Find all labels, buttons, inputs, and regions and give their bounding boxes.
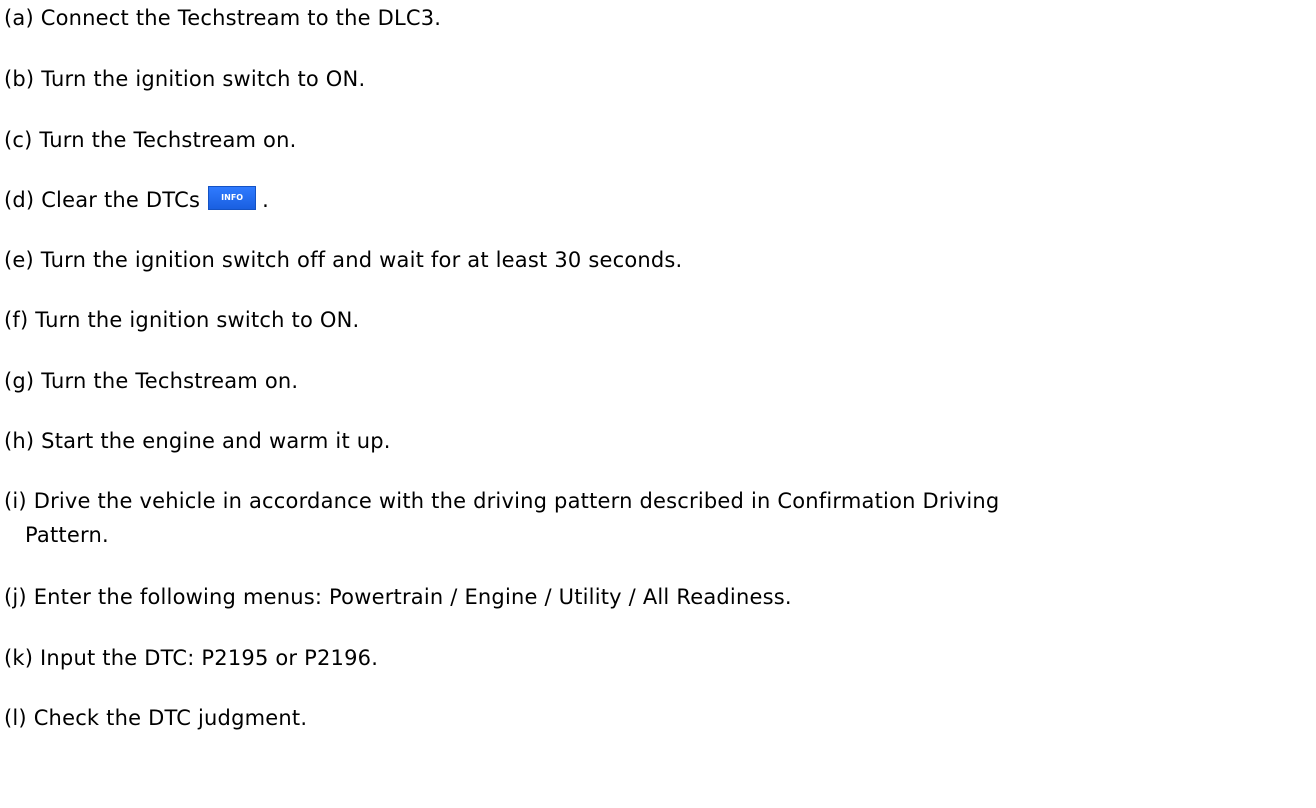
step-c: (c) Turn the Techstream on. bbox=[4, 123, 1312, 157]
step-text: (h) Start the engine and warm it up. bbox=[4, 429, 391, 453]
step-text: (i) Drive the vehicle in accordance with… bbox=[4, 489, 1000, 513]
step-f: (f) Turn the ignition switch to ON. bbox=[4, 303, 1312, 337]
step-text: (d) Clear the DTCs bbox=[4, 188, 201, 212]
step-text: (b) Turn the ignition switch to ON. bbox=[4, 67, 366, 91]
step-text: (g) Turn the Techstream on. bbox=[4, 369, 299, 393]
step-e: (e) Turn the ignition switch off and wai… bbox=[4, 243, 1312, 277]
step-k: (k) Input the DTC: P2195 or P2196. bbox=[4, 641, 1312, 675]
step-text: (c) Turn the Techstream on. bbox=[4, 128, 297, 152]
step-text: (j) Enter the following menus: Powertrai… bbox=[4, 585, 792, 609]
step-b: (b) Turn the ignition switch to ON. bbox=[4, 62, 1312, 96]
step-text-continuation: Pattern. bbox=[25, 523, 109, 547]
step-text: (k) Input the DTC: P2195 or P2196. bbox=[4, 646, 379, 670]
step-d: (d) Clear the DTCs INFO. bbox=[4, 183, 1312, 217]
info-button-icon[interactable]: INFO bbox=[208, 186, 257, 210]
step-text: (l) Check the DTC judgment. bbox=[4, 706, 308, 730]
step-text-after: . bbox=[262, 188, 269, 212]
step-text: (e) Turn the ignition switch off and wai… bbox=[4, 248, 683, 272]
step-text: (f) Turn the ignition switch to ON. bbox=[4, 308, 360, 332]
step-j: (j) Enter the following menus: Powertrai… bbox=[4, 580, 1312, 614]
step-h: (h) Start the engine and warm it up. bbox=[4, 424, 1312, 458]
step-a: (a) Connect the Techstream to the DLC3. bbox=[4, 1, 1312, 35]
step-g: (g) Turn the Techstream on. bbox=[4, 364, 1312, 398]
step-i: (i) Drive the vehicle in accordance with… bbox=[4, 484, 1312, 552]
step-l: (l) Check the DTC judgment. bbox=[4, 701, 1312, 735]
step-text: (a) Connect the Techstream to the DLC3. bbox=[4, 6, 442, 30]
info-button-label: INFO bbox=[221, 193, 244, 202]
